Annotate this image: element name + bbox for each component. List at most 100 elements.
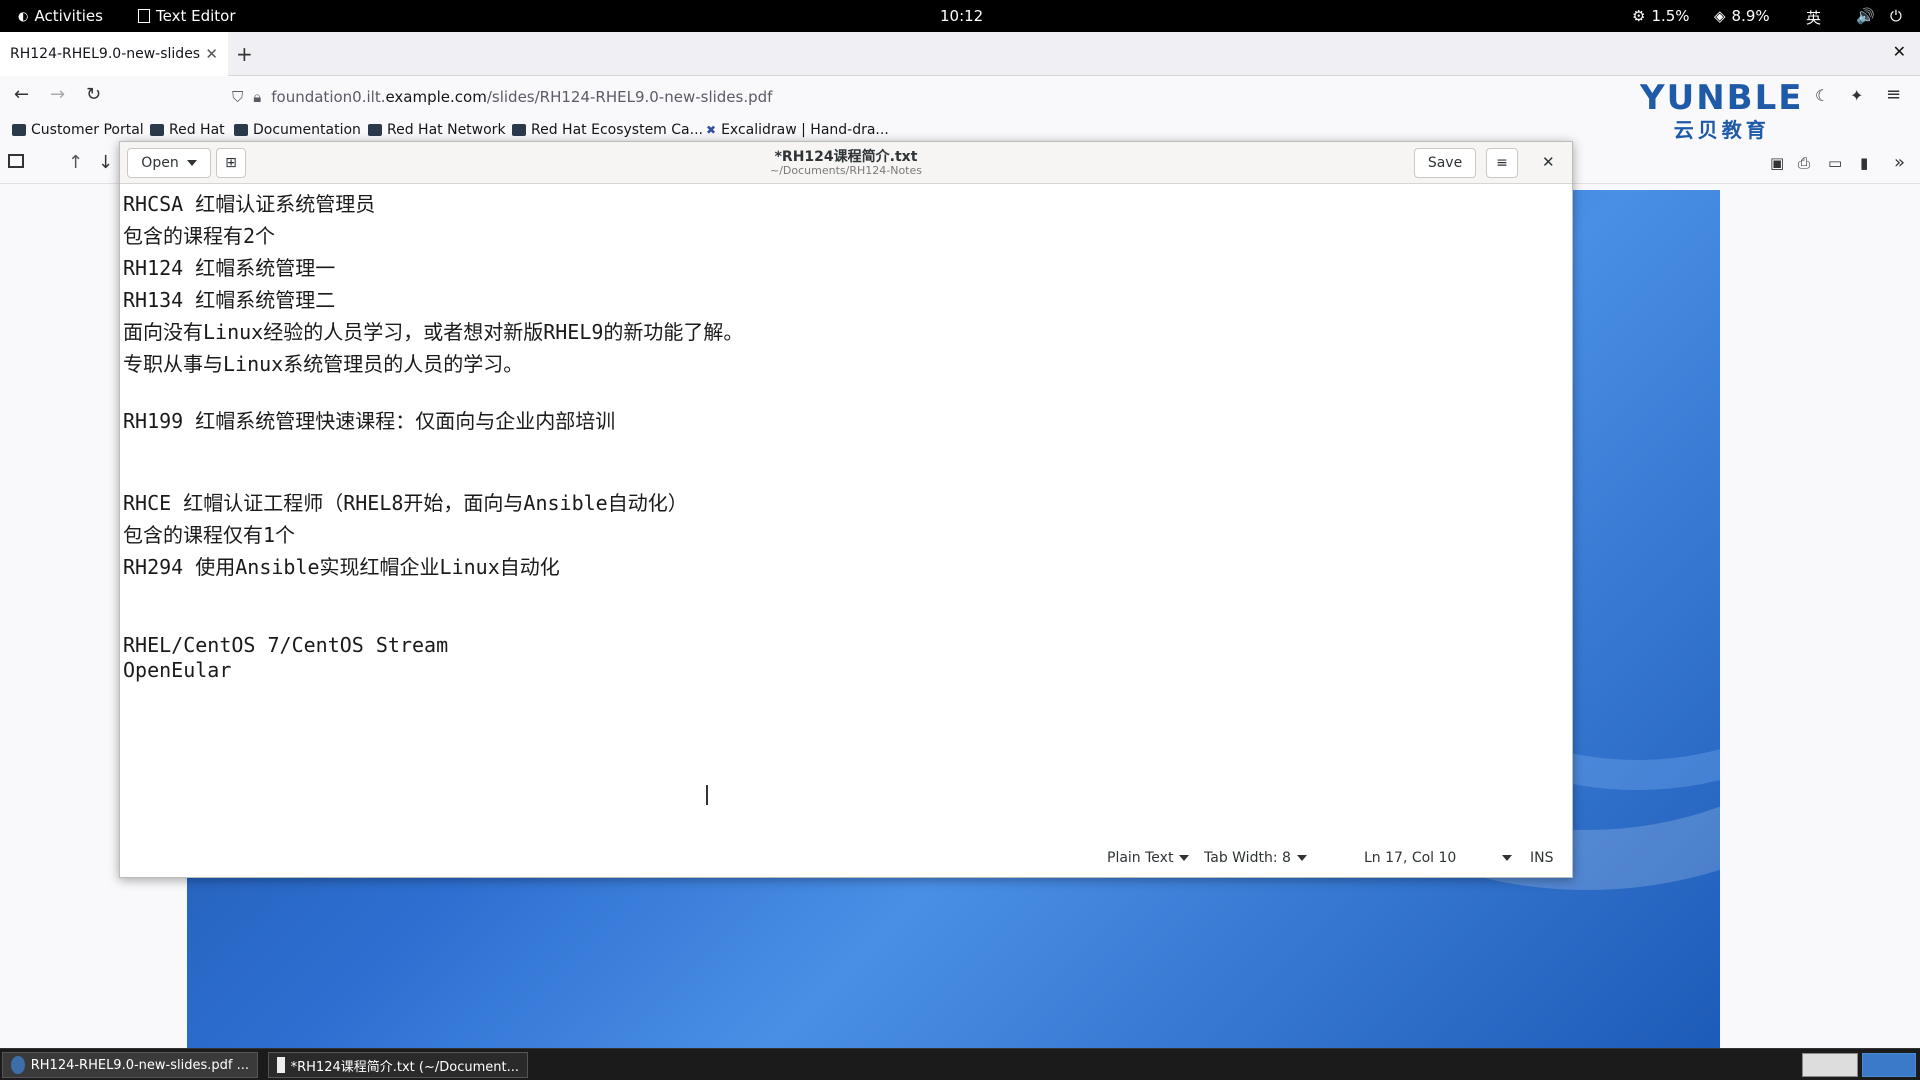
bookmark-excalidraw[interactable]: ✖ Excalidraw | Hand-dra... xyxy=(706,122,889,138)
browser-tab-strip: RH124-RHEL9.0-new-slides ✕ + ✕ xyxy=(0,32,1920,76)
cursor-position-selector[interactable]: Ln 17, Col 10 xyxy=(1364,850,1513,866)
clock-label: 10:12 xyxy=(940,7,984,25)
text-line xyxy=(123,380,1569,405)
hamburger-icon: ≡ xyxy=(1496,155,1508,171)
bookmark-icon xyxy=(234,124,248,136)
text-line: 专职从事与Linux系统管理员的人员的学习。 xyxy=(123,352,524,376)
tab-close-icon[interactable]: ✕ xyxy=(205,45,218,63)
text-cursor-icon xyxy=(706,785,708,805)
text-line: RH124 红帽系统管理一 xyxy=(123,256,336,280)
cursor-position-label: Ln 17, Col 10 xyxy=(1364,850,1457,866)
bookmark-label: Red Hat Ecosystem Ca... xyxy=(531,122,703,138)
text-line: RH199 红帽系统管理快速课程：仅面向与企业内部培训 xyxy=(123,409,616,433)
input-method-label: 英 xyxy=(1806,9,1822,27)
memory-icon: ◈ xyxy=(1714,7,1726,25)
url-prefix: foundation0.ilt. xyxy=(271,88,386,106)
power-icon[interactable]: ⏻ xyxy=(1890,7,1902,25)
volume-icon[interactable]: 🔊 xyxy=(1856,7,1875,25)
cpu-indicator[interactable]: ⚙ 1.5% xyxy=(1632,7,1690,25)
text-line: RHCE 红帽认证工程师（RHEL8开始，面向与Ansible自动化） xyxy=(123,491,688,515)
memory-indicator[interactable]: ◈ 8.9% xyxy=(1714,7,1770,25)
bookmark-pdf-icon[interactable]: ▮ xyxy=(1860,154,1868,172)
text-line: RH294 使用Ansible实现红帽企业Linux自动化 xyxy=(123,555,560,579)
reload-icon[interactable]: ↻ xyxy=(86,84,101,105)
tab-width-selector[interactable]: Tab Width: 8 xyxy=(1204,850,1307,866)
url-domain: example.com xyxy=(385,88,487,106)
workspace-1[interactable] xyxy=(1802,1053,1858,1077)
navigation-bar: ← → ↻ ⛉ 🔒︎ foundation0.ilt. example.com … xyxy=(0,76,1920,118)
logo-text-en: YUNBLE xyxy=(1640,78,1804,118)
save-label: Save xyxy=(1427,155,1463,171)
bookmark-red-hat-network[interactable]: Red Hat Network xyxy=(368,122,506,138)
chevron-down-icon xyxy=(1296,855,1307,861)
browser-tab[interactable]: RH124-RHEL9.0-new-slides ✕ xyxy=(0,32,228,76)
memory-value: 8.9% xyxy=(1731,7,1770,25)
new-tab-icon[interactable]: + xyxy=(236,42,253,66)
input-method-indicator[interactable]: 英 xyxy=(1806,7,1821,28)
excalidraw-icon: ✖ xyxy=(706,123,717,137)
bookmark-customer-portal[interactable]: Customer Portal xyxy=(12,122,144,138)
firefox-icon xyxy=(11,1056,25,1074)
sidebar-toggle-icon[interactable] xyxy=(8,154,24,168)
shield-icon: ⛉ xyxy=(232,88,244,106)
activities-label: Activities xyxy=(34,7,103,25)
cpu-value: 1.5% xyxy=(1651,7,1690,25)
editor-close-icon[interactable]: ✕ xyxy=(1542,153,1555,171)
save-pdf-icon[interactable]: ▭ xyxy=(1828,154,1842,172)
chevron-down-icon xyxy=(1502,855,1513,861)
text-line xyxy=(123,583,1569,608)
bookmark-ecosystem[interactable]: Red Hat Ecosystem Ca... xyxy=(512,122,703,138)
cpu-icon: ⚙ xyxy=(1632,7,1646,25)
taskbar-item-label: *RH124课程简介.txt (~/Document... xyxy=(290,1059,519,1075)
bookmark-label: Red Hat xyxy=(169,122,225,138)
activities-button[interactable]: ◐ Activities xyxy=(18,7,103,25)
text-editor-window: Open ⊞ *RH124课程简介.txt ~/Documents/RH124-… xyxy=(119,141,1573,878)
bookmark-icon xyxy=(512,124,526,136)
presentation-icon[interactable]: ▣ xyxy=(1770,154,1784,172)
chevron-down-icon xyxy=(1179,855,1190,861)
bookmark-documentation[interactable]: Documentation xyxy=(234,122,361,138)
workspace-2[interactable] xyxy=(1862,1053,1916,1077)
text-editor-icon xyxy=(138,9,150,23)
forward-icon[interactable]: → xyxy=(50,84,65,105)
print-icon[interactable]: ⎙ xyxy=(1798,154,1810,172)
save-button[interactable]: Save xyxy=(1414,148,1476,178)
logo-text-cn: 云贝教育 xyxy=(1673,118,1770,142)
taskbar-item-label: RH124-RHEL9.0-new-slides.pdf ... xyxy=(30,1057,249,1073)
editor-header-bar: Open ⊞ *RH124课程简介.txt ~/Documents/RH124-… xyxy=(120,142,1572,184)
tab-width-label: Tab Width: 8 xyxy=(1204,850,1291,866)
editor-status-bar: Plain Text Tab Width: 8 Ln 17, Col 10 IN… xyxy=(120,839,1572,877)
next-page-icon[interactable]: ↓ xyxy=(98,152,113,173)
text-line: 包含的课程有2个 xyxy=(123,224,276,248)
bookmark-label: Documentation xyxy=(253,122,361,138)
text-line: RHEL/CentOS 7/CentOS Stream xyxy=(123,633,449,657)
document-title: *RH124课程简介.txt xyxy=(774,149,918,165)
editor-menu-button[interactable]: ≡ xyxy=(1486,148,1518,178)
activities-icon: ◐ xyxy=(18,9,29,23)
previous-page-icon[interactable]: ↑ xyxy=(68,152,83,173)
bookmark-icon xyxy=(150,124,164,136)
taskbar-item-firefox[interactable]: RH124-RHEL9.0-new-slides.pdf ... xyxy=(2,1052,258,1078)
language-selector[interactable]: Plain Text xyxy=(1107,850,1190,866)
theme-icon[interactable]: ☾ xyxy=(1815,86,1829,105)
window-close-icon[interactable]: ✕ xyxy=(1893,42,1906,61)
text-line xyxy=(123,437,1569,462)
url-bar[interactable]: ⛉ 🔒︎ foundation0.ilt. example.com /slide… xyxy=(232,80,1582,114)
language-label: Plain Text xyxy=(1107,850,1174,866)
app-menu[interactable]: Text Editor xyxy=(138,7,236,25)
insert-mode-indicator[interactable]: INS xyxy=(1530,850,1554,866)
clock[interactable]: 10:12 xyxy=(940,7,983,25)
editor-text-area[interactable]: RHCSA 红帽认证系统管理员 包含的课程有2个 RH124 红帽系统管理一 R… xyxy=(120,184,1572,839)
bookmark-red-hat[interactable]: Red Hat xyxy=(150,122,225,138)
menu-icon[interactable]: ≡ xyxy=(1886,84,1901,105)
tab-title: RH124-RHEL9.0-new-slides xyxy=(10,46,201,62)
insert-mode-label: INS xyxy=(1530,850,1554,866)
document-path: ~/Documents/RH124-Notes xyxy=(770,164,922,177)
taskbar-item-text-editor[interactable]: *RH124课程简介.txt (~/Document... xyxy=(268,1052,528,1078)
url-path: /slides/RH124-RHEL9.0-new-slides.pdf xyxy=(486,88,773,106)
more-tools-icon[interactable]: » xyxy=(1894,152,1905,173)
text-line: RHCSA 红帽认证系统管理员 xyxy=(123,192,376,216)
back-icon[interactable]: ← xyxy=(14,84,29,105)
bookmark-icon xyxy=(368,124,382,136)
extension-icon[interactable]: ✦ xyxy=(1850,86,1863,105)
